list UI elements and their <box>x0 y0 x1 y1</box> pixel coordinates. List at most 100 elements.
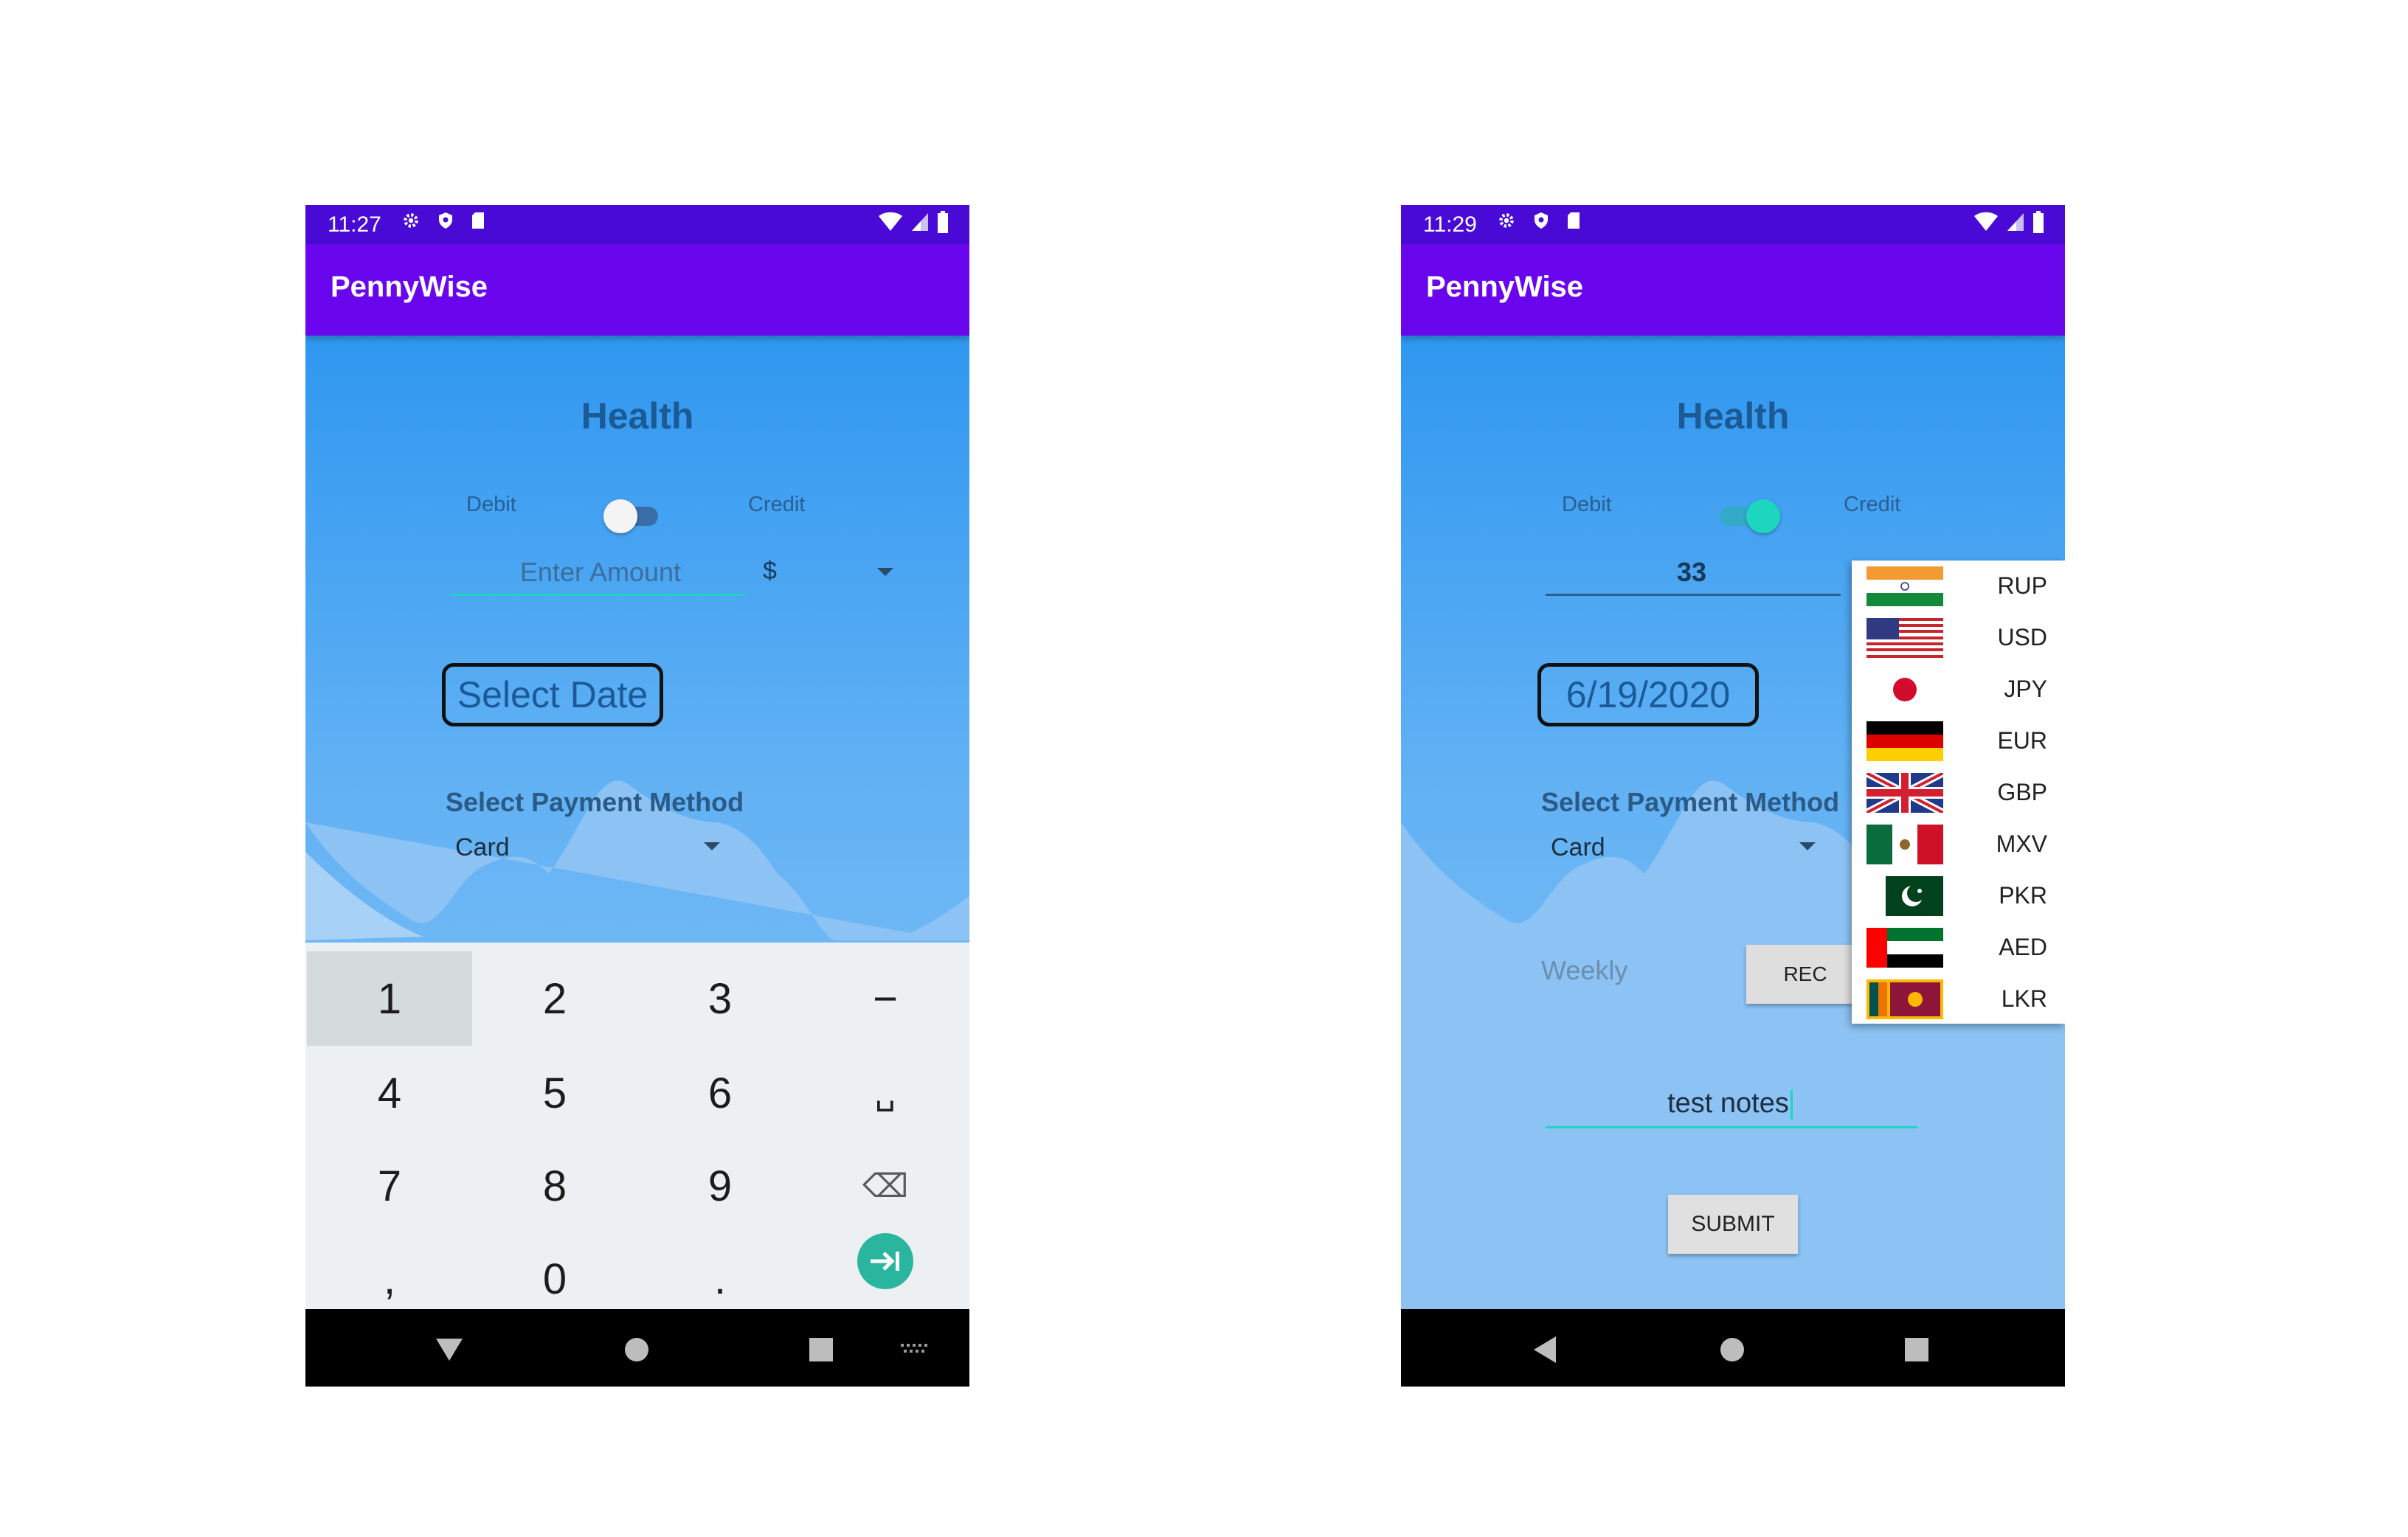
uae-flag-icon <box>1866 928 1943 968</box>
signal-icon <box>912 213 928 231</box>
battery-icon <box>2033 211 2044 233</box>
battery-icon <box>938 211 948 233</box>
app-title: PennyWise <box>331 271 488 303</box>
currency-code: USD <box>1997 624 2047 650</box>
key-7[interactable]: 7 <box>307 1139 472 1233</box>
wifi-icon <box>1974 212 1998 231</box>
key-minus[interactable]: − <box>803 951 968 1046</box>
wifi-icon <box>879 212 902 231</box>
credit-label: Credit <box>1844 493 1901 516</box>
key-6[interactable]: 6 <box>637 1046 803 1140</box>
germany-flag-icon <box>1866 721 1943 761</box>
back-icon[interactable] <box>1526 1331 1563 1368</box>
keyboard-icon[interactable] <box>896 1331 933 1368</box>
chevron-down-icon[interactable] <box>1799 842 1816 850</box>
currency-code: JPY <box>2004 676 2047 702</box>
enter-key[interactable] <box>803 1214 968 1308</box>
notes-input[interactable]: test notes <box>1546 1088 1914 1120</box>
pakistan-flag-icon <box>1866 876 1943 916</box>
amount-underline <box>450 594 745 596</box>
debit-credit-switch-thumb[interactable] <box>1746 499 1780 533</box>
status-time: 11:27 <box>328 212 381 237</box>
currency-option-usd[interactable]: USD <box>1852 612 2065 664</box>
signal-icon <box>2007 213 2024 231</box>
notes-text: test notes <box>1667 1088 1789 1119</box>
recurrence-value[interactable]: Weekly <box>1541 955 1627 986</box>
currency-code: MXV <box>1996 830 2047 857</box>
settings-gear-icon <box>404 213 418 228</box>
recurrence-button[interactable]: REC <box>1746 945 1864 1004</box>
currency-option-pkr[interactable]: PKR <box>1852 870 2065 922</box>
payment-method-value[interactable]: Card <box>1551 833 1605 862</box>
currency-option-gbp[interactable]: GBP <box>1852 767 2065 819</box>
debit-label: Debit <box>1562 493 1612 516</box>
status-bar: 11:29 <box>1401 205 2065 244</box>
currency-option-eur[interactable]: EUR <box>1852 715 2065 767</box>
select-date-button[interactable]: Select Date <box>442 663 663 726</box>
currency-code: PKR <box>1999 882 2047 909</box>
sd-card-icon <box>1568 212 1580 229</box>
home-icon[interactable] <box>1714 1331 1751 1368</box>
currency-code: RUP <box>1997 572 2047 599</box>
amount-underline <box>1546 594 1841 596</box>
payment-method-value[interactable]: Card <box>455 833 510 862</box>
amount-input[interactable]: Enter Amount <box>453 557 748 588</box>
next-arrow-icon <box>871 1252 899 1271</box>
notes-underline <box>1546 1126 1917 1128</box>
text-cursor <box>1790 1089 1793 1120</box>
india-flag-icon <box>1866 566 1943 606</box>
app-bar: PennyWise <box>1401 244 2065 336</box>
uk-flag-icon <box>1866 773 1943 813</box>
currency-option-jpy[interactable]: JPY <box>1852 664 2065 715</box>
currency-dropdown: RUP USD JPY EUR GBP MXV PKR AED LKR <box>1852 561 2065 1024</box>
key-1[interactable]: 1 <box>307 951 472 1046</box>
currency-code: LKR <box>2001 985 2047 1012</box>
key-8[interactable]: 8 <box>472 1139 637 1233</box>
mexico-flag-icon <box>1866 825 1943 864</box>
japan-flag-icon <box>1866 670 1943 709</box>
shield-icon <box>1535 212 1548 229</box>
phone-screen-right: 11:29 PennyWise Health Debit Credit 33 6… <box>1401 205 2065 1387</box>
status-time: 11:29 <box>1423 212 1477 237</box>
currency-option-rup[interactable]: RUP <box>1852 561 2065 612</box>
currency-code: AED <box>1999 934 2047 960</box>
shield-icon <box>439 212 452 229</box>
sd-card-icon <box>472 212 484 229</box>
debit-credit-switch-thumb[interactable] <box>603 499 637 533</box>
currency-code: EUR <box>1997 727 2047 754</box>
app-bar: PennyWise <box>305 244 969 336</box>
key-3[interactable]: 3 <box>637 951 803 1046</box>
settings-gear-icon <box>1499 213 1514 228</box>
currency-option-mxv[interactable]: MXV <box>1852 819 2065 870</box>
key-9[interactable]: 9 <box>637 1139 803 1233</box>
key-5[interactable]: 5 <box>472 1046 637 1140</box>
chevron-down-icon[interactable] <box>704 842 720 850</box>
home-icon[interactable] <box>618 1331 655 1368</box>
submit-button[interactable]: SUBMIT <box>1668 1195 1798 1254</box>
date-button[interactable]: 6/19/2020 <box>1537 663 1759 726</box>
usa-flag-icon <box>1866 618 1943 658</box>
key-space[interactable]: ␣ <box>803 1046 968 1140</box>
credit-label: Credit <box>748 493 806 516</box>
app-title: PennyWise <box>1426 271 1584 303</box>
sri-lanka-flag-icon <box>1866 979 1943 1019</box>
currency-selector[interactable]: $ <box>763 557 777 586</box>
payment-method-label: Select Payment Method <box>1541 787 1840 817</box>
key-4[interactable]: 4 <box>307 1046 472 1140</box>
numeric-keyboard: 1 2 3 − 4 5 6 ␣ 7 8 9 ⌫ , 0 . <box>305 943 969 1326</box>
phone-screen-left: 11:27 PennyWise Health Debit Credit Ente… <box>305 205 969 1387</box>
back-down-icon[interactable] <box>431 1331 468 1368</box>
recents-icon[interactable] <box>803 1331 840 1368</box>
recents-icon[interactable] <box>1898 1331 1935 1368</box>
debit-label: Debit <box>466 493 516 516</box>
nav-bar <box>1401 1309 2065 1387</box>
payment-method-label: Select Payment Method <box>446 787 744 817</box>
category-heading: Health <box>1676 395 1790 437</box>
category-heading: Health <box>581 395 694 437</box>
status-bar: 11:27 <box>305 205 969 244</box>
amount-input[interactable]: 33 <box>1546 557 1838 588</box>
chevron-down-icon[interactable] <box>877 568 893 576</box>
key-2[interactable]: 2 <box>472 951 637 1046</box>
currency-option-aed[interactable]: AED <box>1852 922 2065 974</box>
currency-option-lkr[interactable]: LKR <box>1852 974 2065 1025</box>
